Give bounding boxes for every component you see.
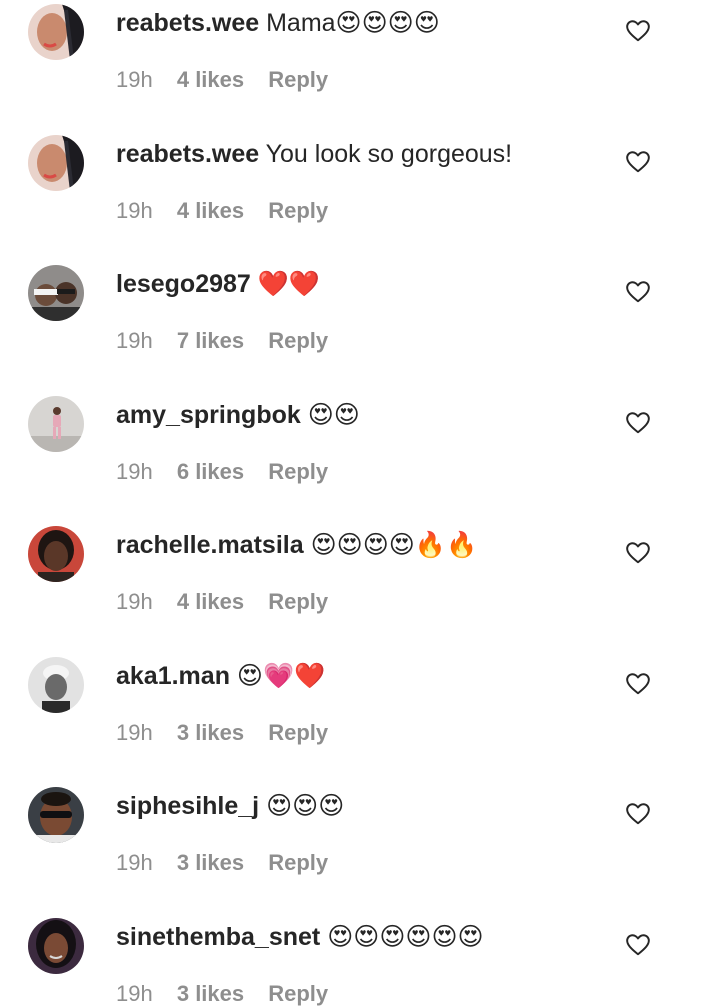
comment-list: reabets.wee Mama😍😍😍😍 19h 4 likes Reply r… bbox=[0, 0, 720, 1006]
comment-item: rachelle.matsila 😍😍😍😍🔥🔥 19h 4 likes Repl… bbox=[0, 408, 720, 614]
reply-button[interactable]: Reply bbox=[268, 981, 328, 1006]
comment-body: 😍😍😍😍😍😍 bbox=[327, 922, 484, 951]
comment-item: lesego2987 ❤️❤️ 19h 7 likes Reply bbox=[0, 147, 720, 353]
comment-item: siphesihle_j 😍😍😍 19h 3 likes Reply bbox=[0, 669, 720, 875]
comment-text: sinethemba_snet 😍😍😍😍😍😍 bbox=[116, 920, 484, 954]
likes-count[interactable]: 3 likes bbox=[177, 981, 244, 1006]
avatar[interactable] bbox=[28, 917, 84, 974]
comment-item: reabets.wee You look so gorgeous! 19h 4 … bbox=[0, 17, 720, 223]
comment-username[interactable]: sinethemba_snet bbox=[116, 923, 320, 951]
comment-item: aka1.man 😍💗❤️ 19h 3 likes Reply bbox=[0, 539, 720, 745]
comment-item: reabets.wee Mama😍😍😍😍 19h 4 likes Reply bbox=[0, 0, 720, 92]
comment-item: sinethemba_snet 😍😍😍😍😍😍 19h 3 likes Reply bbox=[0, 800, 720, 1006]
comment-item: amy_springbok 😍😍 19h 6 likes Reply bbox=[0, 278, 720, 484]
comment-meta: 19h 3 likes Reply bbox=[116, 980, 328, 1008]
comment-timestamp: 19h bbox=[116, 980, 153, 1006]
